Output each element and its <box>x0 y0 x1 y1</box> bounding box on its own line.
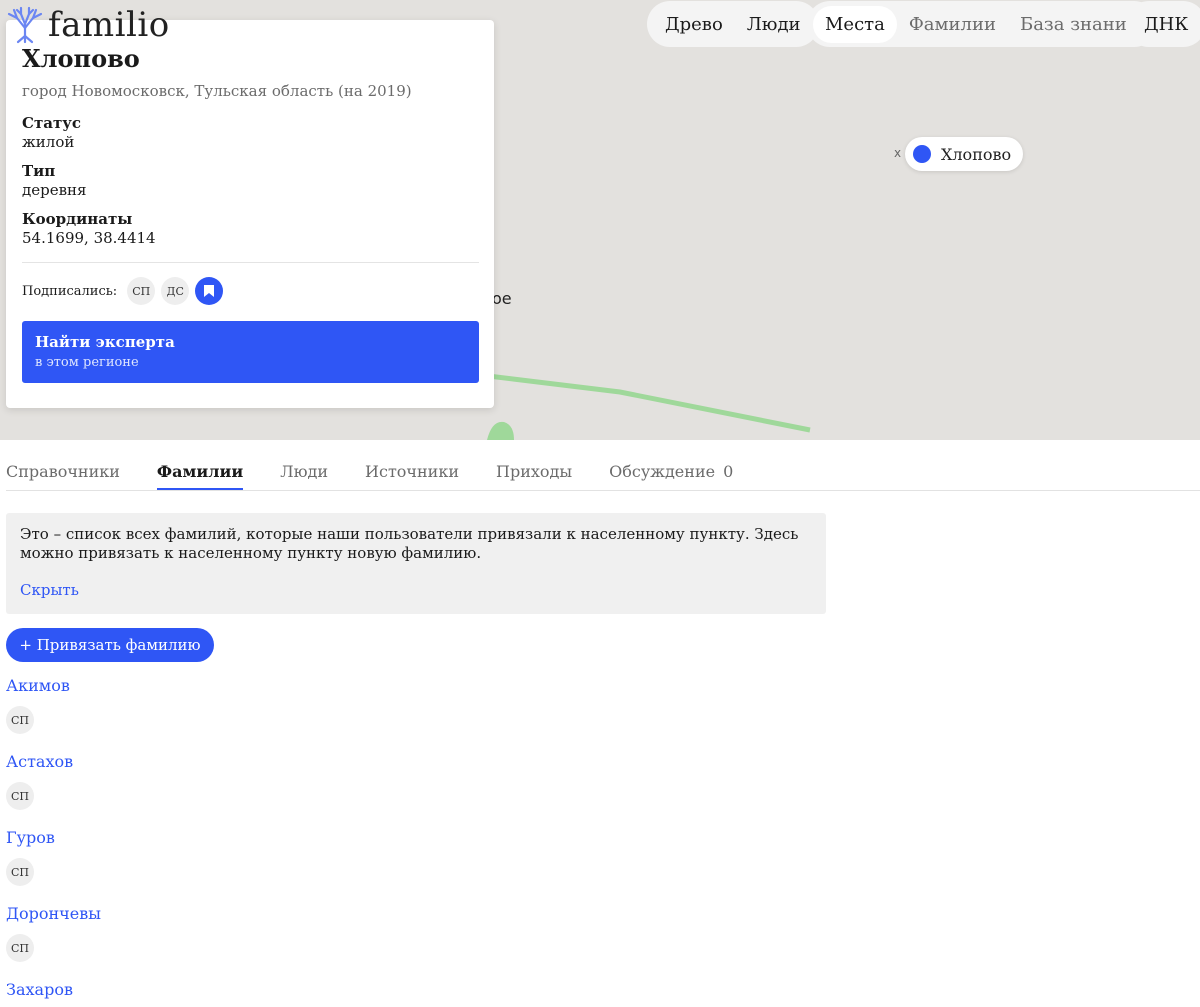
bookmark-button[interactable] <box>195 277 224 305</box>
list-item: Астахов СП <box>6 752 101 828</box>
type-label: Тип <box>22 162 56 180</box>
surnames-notice: Это – список всех фамилий, которые наши … <box>6 513 826 614</box>
surname-link[interactable]: Акимов <box>6 676 101 696</box>
list-item: Акимов СП <box>6 676 101 752</box>
tab-discussion-label: Обсуждение <box>609 462 716 481</box>
add-surname-button[interactable]: + Привязать фамилию <box>6 628 214 662</box>
find-expert-button[interactable]: Найти эксперта в этом регионе <box>22 321 479 383</box>
nav-item-people[interactable]: Люди <box>735 6 813 43</box>
place-info-card: Хлопово город Новомосковск, Тульская обл… <box>6 20 494 408</box>
status-label: Статус <box>22 114 81 132</box>
coords-field: Координаты 54.1699, 38.4414 <box>22 210 478 248</box>
list-item: Дорончевы СП <box>6 904 101 980</box>
list-item: Захаров <box>6 980 101 1007</box>
surname-link[interactable]: Астахов <box>6 752 101 772</box>
logo-text: familio <box>48 5 170 45</box>
place-subtitle: город Новомосковск, Тульская область (на… <box>22 82 412 100</box>
user-avatar[interactable]: СП <box>6 782 34 810</box>
type-field: Тип деревня <box>22 162 478 200</box>
subscribers-row: Подписались: СП ДС <box>22 277 478 305</box>
tab-surnames[interactable]: Фамилии <box>156 454 244 490</box>
nav-group-dna: ДНК <box>1126 1 1200 47</box>
place-tabs: Справочники Фамилии Люди Источники Прихо… <box>6 454 1200 491</box>
coords-label: Координаты <box>22 210 133 228</box>
subscriber-avatar[interactable]: ДС <box>161 277 190 305</box>
subscribers-label: Подписались: <box>22 283 118 299</box>
tab-sources[interactable]: Источники <box>365 454 459 490</box>
type-value: деревня <box>22 181 87 199</box>
pin-dot-icon <box>913 145 931 163</box>
tree-logo-icon <box>7 6 43 44</box>
surname-link[interactable]: Дорончевы <box>6 904 101 924</box>
tab-people[interactable]: Люди <box>280 454 328 490</box>
nav-item-tree[interactable]: Древо <box>653 6 735 43</box>
user-avatar[interactable]: СП <box>6 706 34 734</box>
notice-text: Это – список всех фамилий, которые наши … <box>20 525 799 562</box>
surnames-list: Акимов СП Астахов СП Гуров СП Дорончевы … <box>6 676 101 1007</box>
tab-parishes[interactable]: Приходы <box>496 454 572 490</box>
pin-label: Хлопово <box>941 144 1012 164</box>
nav-item-surnames[interactable]: Фамилии <box>897 6 1008 43</box>
nav-item-places[interactable]: Места <box>813 5 897 43</box>
find-expert-subtitle: в этом регионе <box>35 355 139 370</box>
user-avatar[interactable]: СП <box>6 934 34 962</box>
card-divider <box>22 262 479 263</box>
list-item: Гуров СП <box>6 828 101 904</box>
status-value: жилой <box>22 133 75 151</box>
nav-group-main: Древо Люди <box>647 1 819 47</box>
nav-group-research: Места Фамилии База знаний <box>807 1 1157 47</box>
surname-link[interactable]: Захаров <box>6 980 101 1000</box>
map-place-pin[interactable]: Хлопово <box>905 137 1024 171</box>
map-place-label: ое <box>492 289 512 308</box>
status-field: Статус жилой <box>22 114 478 152</box>
map-cross-marker: x <box>894 146 902 160</box>
tab-directories[interactable]: Справочники <box>6 454 120 490</box>
discussion-count: 0 <box>723 462 734 481</box>
logo[interactable]: familio <box>6 6 170 44</box>
nav-item-dna[interactable]: ДНК <box>1132 6 1200 43</box>
user-avatar[interactable]: СП <box>6 858 34 886</box>
find-expert-title: Найти эксперта <box>35 333 175 351</box>
coords-value: 54.1699, 38.4414 <box>22 229 156 247</box>
bookmark-icon <box>204 285 215 297</box>
tab-discussion[interactable]: Обсуждение 0 <box>609 454 733 490</box>
surname-link[interactable]: Гуров <box>6 828 101 848</box>
place-title: Хлопово <box>22 44 140 73</box>
subscriber-avatar[interactable]: СП <box>127 277 156 305</box>
hide-notice-link[interactable]: Скрыть <box>20 581 79 599</box>
